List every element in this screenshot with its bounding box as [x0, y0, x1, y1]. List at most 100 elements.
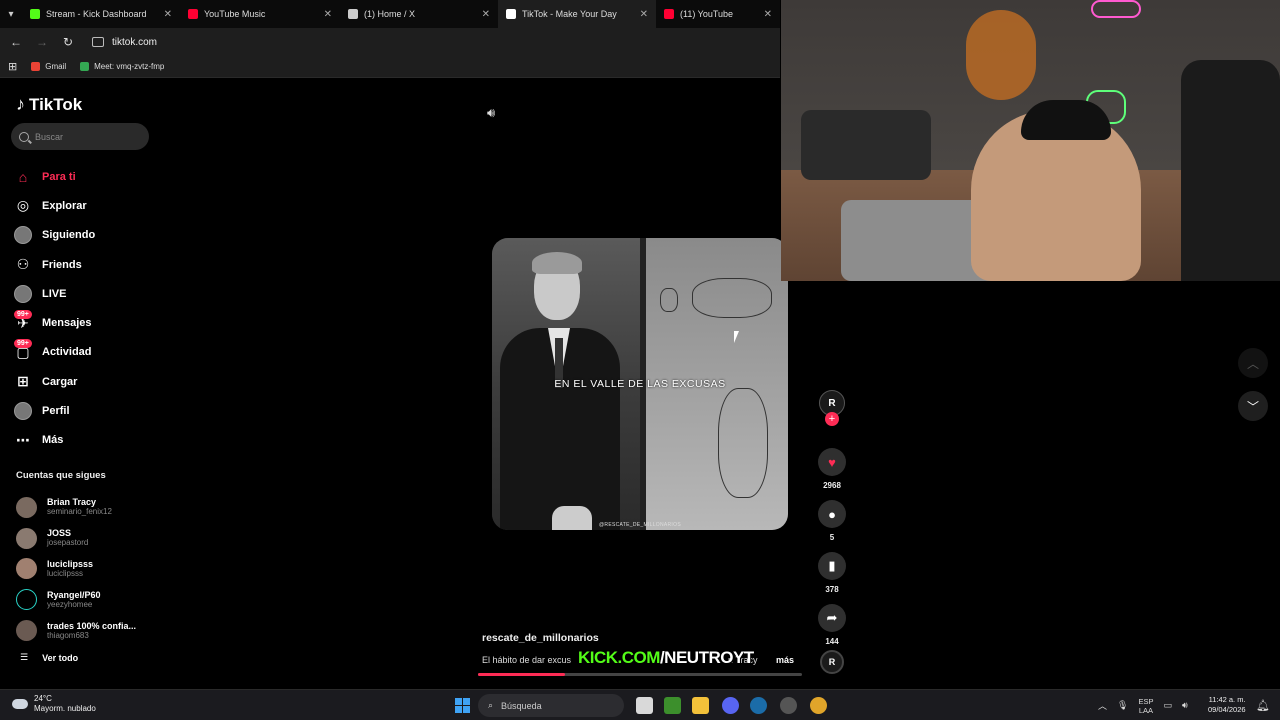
action-rail: R + ♥ 2968 ● 5 ▮ 378 ➦ 144 [818, 390, 846, 656]
microphone-icon[interactable]: 🎙︎ [1117, 700, 1128, 711]
sidebar-item-más[interactable]: ⋯ Más [14, 426, 95, 455]
following-account[interactable]: trades 100% confia... thiagom683 [16, 615, 136, 646]
taskbar-search[interactable]: ⌕ Búsqueda [478, 694, 624, 717]
previous-video-button[interactable]: ︿ [1238, 348, 1268, 378]
tiktok-logo[interactable]: ♪ TikTok [16, 94, 82, 115]
back-icon[interactable]: ← [8, 35, 24, 49]
next-video-button[interactable]: ﹀ [1238, 391, 1268, 421]
task-view-icon[interactable] [636, 697, 653, 714]
discord-icon[interactable] [722, 697, 739, 714]
speaker-hair [532, 252, 582, 274]
kick-channel: /NEUTROYT [659, 648, 754, 667]
tab-close-icon[interactable]: ✕ [640, 9, 648, 20]
windows-taskbar: 24°C Mayorm. nublado ⌕ Búsqueda ︿ 🎙︎ ESP… [0, 689, 1280, 720]
following-account[interactable]: Ryangel/P60 yeezyhomee [16, 584, 136, 615]
follow-plus-icon[interactable]: + [825, 412, 839, 426]
search-input[interactable]: Buscar [11, 123, 149, 150]
browser-tab[interactable]: (1) Home / X ✕ [340, 0, 498, 28]
tab-close-icon[interactable]: ✕ [324, 9, 332, 20]
see-all-button[interactable]: ☰ Ver todo [20, 652, 78, 663]
sidebar-item-live[interactable]: LIVE [14, 279, 95, 308]
bookmark-gmail[interactable]: Gmail [31, 62, 66, 71]
url-field[interactable]: tiktok.com [92, 37, 157, 48]
following-list: Brian Tracy seminario_fenix12 JOSS josepast… [16, 492, 136, 646]
volume-icon[interactable]: 🔊︎ [487, 105, 495, 121]
tab-close-icon[interactable]: ✕ [164, 9, 172, 20]
share-icon: ➦ [826, 610, 838, 625]
gaming-chair [1181, 60, 1280, 281]
reload-icon[interactable]: ↻ [60, 35, 76, 49]
sidebar-item-label: Explorar [42, 199, 87, 212]
weather-status: Mayorm. nublado [34, 704, 96, 713]
settings-app-icon[interactable] [780, 697, 797, 714]
speaker-icon[interactable]: 🔊︎ [1182, 700, 1188, 711]
clock[interactable]: 11:42 a. m. 09/04/2026 [1208, 695, 1246, 715]
more-link[interactable]: más [776, 655, 794, 665]
comment-button[interactable]: ● [818, 500, 846, 528]
windows-start-icon[interactable] [455, 698, 470, 713]
video-author[interactable]: rescate_de_millonarios [482, 632, 599, 644]
chevron-up-icon[interactable]: ︿ [1098, 699, 1107, 712]
bookmark-label: Meet: vmq-zvtz-fmp [94, 62, 165, 71]
tab-close-icon[interactable]: ✕ [482, 9, 490, 20]
sidebar-item-label: Actividad [42, 346, 92, 359]
notification-bell-icon[interactable]: 🔔︎ [1256, 699, 1270, 712]
comment-icon: ● [828, 506, 836, 522]
following-account[interactable]: Brian Tracy seminario_fenix12 [16, 492, 136, 523]
sidebar-item-explorar[interactable]: ◎ Explorar [14, 191, 95, 220]
brand-name: TikTok [29, 94, 83, 114]
sidebar-item-label: Mensajes [42, 317, 92, 330]
tab-search-icon[interactable]: ▾ [0, 0, 22, 28]
sidebar-item-label: Para ti [42, 170, 76, 183]
avatar [16, 558, 37, 580]
share-button[interactable]: ➦ [818, 604, 846, 632]
sound-disc-icon[interactable]: R [820, 650, 844, 674]
following-avatar-icon [14, 226, 32, 245]
tiktok-sidebar: ♪ TikTok Buscar ⌂ Para ti ◎ Explorar Siguien… [0, 80, 160, 690]
sidebar-item-label: Friends [42, 258, 82, 271]
upload-icon: ⊞ [17, 373, 29, 390]
following-account[interactable]: luciclipsss luciclipsss [16, 554, 136, 585]
search-placeholder: Buscar [35, 131, 64, 142]
clock-time: 11:42 a. m. [1208, 695, 1246, 704]
avatar [16, 496, 37, 518]
like-button[interactable]: ♥ [818, 448, 846, 476]
site-info-icon[interactable] [92, 37, 104, 47]
save-button[interactable]: ▮ [818, 552, 846, 580]
browser-tab[interactable]: Stream - Kick Dashboard ✕ [22, 0, 180, 28]
tab-favicon-icon [506, 9, 516, 19]
sidebar-item-friends[interactable]: ⚇ Friends [14, 250, 95, 279]
steam-icon[interactable] [750, 697, 767, 714]
video-player[interactable]: EN EL VALLE DE LAS EXCUSAS @RESCATE_DE_M… [492, 238, 788, 530]
forward-icon[interactable]: → [34, 35, 50, 49]
save-count: 378 [825, 585, 839, 594]
sidebar-item-para-ti[interactable]: ⌂ Para ti [14, 162, 95, 191]
tab-favicon-icon [30, 9, 40, 19]
account-name: luciclipsss [47, 558, 94, 569]
weather-widget[interactable]: 24°C Mayorm. nublado [12, 694, 96, 714]
chrome-icon[interactable] [810, 697, 827, 714]
browser-tab[interactable]: (11) YouTube ✕ [656, 0, 780, 28]
apps-grid-icon[interactable]: ⊞ [8, 60, 17, 73]
network-icon[interactable]: ▭ [1163, 700, 1172, 711]
sidebar-item-siguiendo[interactable]: Siguiendo [14, 221, 95, 250]
language-indicator[interactable]: ESP LAA [1138, 697, 1153, 715]
more-icon: ⋯ [16, 431, 30, 448]
sidebar-item-actividad[interactable]: ▢ 99+ Actividad [14, 338, 95, 367]
file-explorer-icon[interactable] [692, 697, 709, 714]
browser-address-bar: ← → ↻ tiktok.com [0, 28, 780, 56]
board-scribble [660, 288, 678, 312]
webcam-overlay [781, 0, 1280, 281]
browser-tab[interactable]: TikTok - Make Your Day ✕ [498, 0, 656, 28]
url-text[interactable]: tiktok.com [112, 37, 157, 48]
bookmark-meet[interactable]: Meet: vmq-zvtz-fmp [80, 62, 164, 71]
following-account[interactable]: JOSS josepastord [16, 523, 136, 554]
sidebar-item-cargar[interactable]: ⊞ Cargar [14, 367, 95, 396]
sidebar-item-perfil[interactable]: Perfil [14, 396, 95, 425]
sidebar-item-mensajes[interactable]: ✈ 99+ Mensajes [14, 308, 95, 337]
tab-close-icon[interactable]: ✕ [764, 9, 772, 20]
tab-title: YouTube Music [204, 9, 266, 19]
browser-tab[interactable]: YouTube Music ✕ [180, 0, 340, 28]
minecraft-icon[interactable] [664, 697, 681, 714]
video-progress-bar[interactable] [478, 673, 802, 676]
